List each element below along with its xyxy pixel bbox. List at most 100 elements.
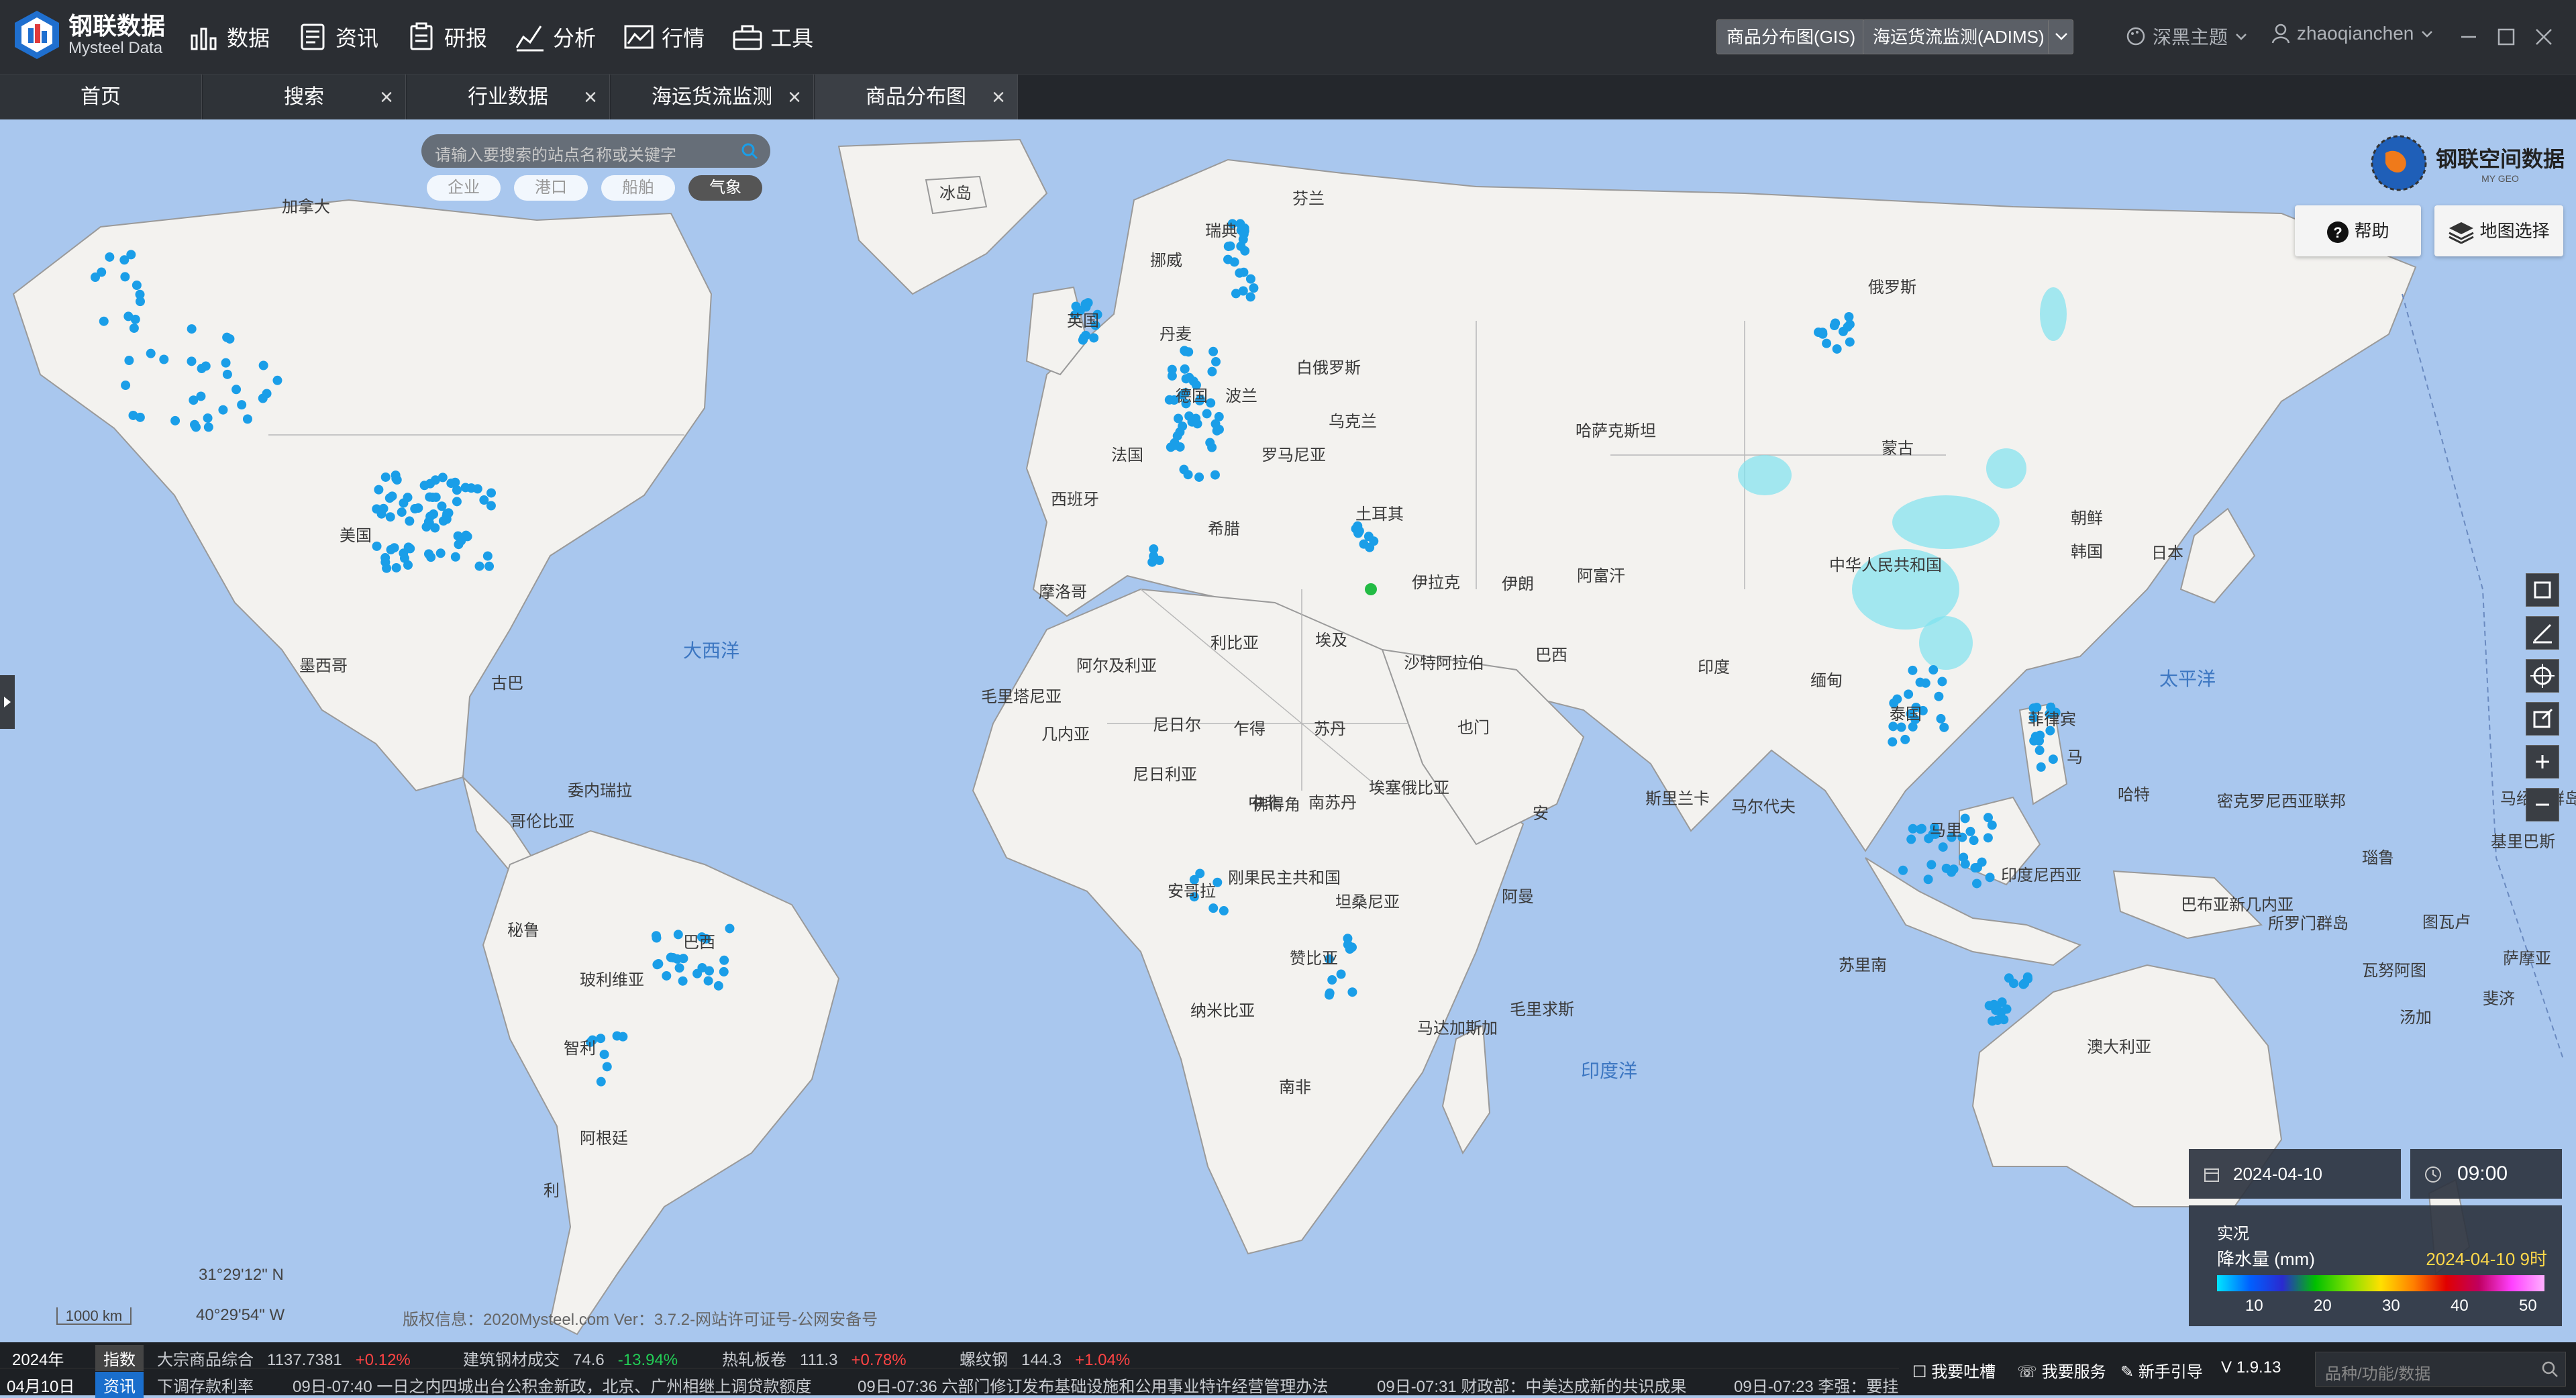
weather-station-marker[interactable] <box>1223 242 1233 252</box>
weather-station-marker[interactable] <box>2048 754 2058 764</box>
selected-station-marker[interactable] <box>1365 583 1377 595</box>
weather-station-marker[interactable] <box>135 412 145 422</box>
weather-station-marker[interactable] <box>1923 875 1933 885</box>
weather-station-marker[interactable] <box>225 334 235 344</box>
weather-station-marker[interactable] <box>1969 836 1979 846</box>
weather-station-marker[interactable] <box>399 498 409 508</box>
weather-station-marker[interactable] <box>1249 283 1259 293</box>
weather-station-marker[interactable] <box>1325 988 1335 998</box>
weather-station-marker[interactable] <box>378 503 389 513</box>
weather-station-marker[interactable] <box>372 541 382 551</box>
weather-station-marker[interactable] <box>1908 665 1918 675</box>
date-picker[interactable]: 2024-04-10 <box>2189 1149 2401 1199</box>
time-picker[interactable]: 09:00 <box>2410 1149 2562 1199</box>
weather-station-marker[interactable] <box>1972 879 1982 889</box>
weather-station-marker[interactable] <box>272 375 282 385</box>
app-logo[interactable]: 钢联数据 Mysteel Data <box>13 9 165 60</box>
more-dropdown-button[interactable] <box>2048 19 2073 54</box>
weather-station-marker[interactable] <box>435 548 446 558</box>
weather-station-marker[interactable] <box>1214 424 1224 434</box>
weather-station-marker[interactable] <box>719 955 729 965</box>
weather-station-marker[interactable] <box>1210 470 1220 480</box>
weather-station-marker[interactable] <box>479 495 489 505</box>
side-panel-toggle[interactable] <box>0 675 15 729</box>
weather-station-marker[interactable] <box>124 356 134 366</box>
weather-station-marker[interactable] <box>450 552 460 562</box>
weather-station-marker[interactable] <box>1184 347 1194 357</box>
export-tool[interactable] <box>2526 702 2559 736</box>
index-item[interactable]: 大宗商品综合 1137.7381 +0.12% <box>157 1346 411 1370</box>
index-item[interactable]: 建筑钢材成交 74.6 -13.94% <box>463 1346 678 1370</box>
weather-station-marker[interactable] <box>97 267 107 277</box>
weather-station-marker[interactable] <box>105 252 115 262</box>
weather-station-marker[interactable] <box>419 481 429 491</box>
weather-station-marker[interactable] <box>1347 987 1357 997</box>
weather-station-marker[interactable] <box>221 358 231 368</box>
weather-station-marker[interactable] <box>1900 734 1910 744</box>
tab-industry-data[interactable]: 行业数据 × <box>407 74 610 120</box>
weather-station-marker[interactable] <box>382 563 392 573</box>
weather-station-marker[interactable] <box>2029 736 2039 746</box>
weather-station-marker[interactable] <box>1359 539 1369 549</box>
global-search[interactable]: 品种/功能/数据 <box>2315 1352 2566 1387</box>
theme-selector[interactable]: 深黑主题 <box>2126 23 2248 50</box>
weather-station-marker[interactable] <box>1211 356 1221 366</box>
tab-close-icon[interactable]: × <box>380 74 393 120</box>
tab-search[interactable]: 搜索 × <box>203 74 406 120</box>
tab-shipping-monitor[interactable]: 海运货流监测 × <box>611 74 814 120</box>
weather-station-marker[interactable] <box>1934 691 1944 701</box>
index-item[interactable]: 螺纹钢 144.3 +1.04% <box>960 1346 1130 1370</box>
map-search-input[interactable]: 请输入要搜索的站点名称或关键字 <box>435 142 676 165</box>
weather-station-marker[interactable] <box>612 1031 622 1041</box>
weather-station-marker[interactable] <box>1939 722 1949 732</box>
news-item[interactable]: 09日-07:31 财政部：中美达成新的共识成果 <box>1377 1373 1686 1397</box>
locate-tool[interactable] <box>2526 659 2559 693</box>
weather-station-marker[interactable] <box>596 1034 606 1044</box>
weather-station-marker[interactable] <box>1814 328 1824 338</box>
weather-station-marker[interactable] <box>1147 557 1157 567</box>
world-map[interactable]: 加拿大 冰岛 芬兰 瑞典 挪威 俄罗斯 英国 丹麦 白俄罗斯 波兰 德国 乌克兰 法国 罗马尼亚 西班牙 希腊… <box>0 119 2576 1342</box>
weather-station-marker[interactable] <box>1167 371 1177 381</box>
weather-station-marker[interactable] <box>2036 762 2046 772</box>
weather-station-marker[interactable] <box>1208 346 1219 356</box>
weather-station-marker[interactable] <box>1235 268 1245 278</box>
tab-close-icon[interactable]: × <box>992 74 1005 120</box>
weather-station-marker[interactable] <box>191 422 201 432</box>
weather-station-marker[interactable] <box>242 414 252 424</box>
weather-station-marker[interactable] <box>1988 1016 1998 1026</box>
weather-station-marker[interactable] <box>1240 246 1250 256</box>
weather-station-marker[interactable] <box>666 952 676 962</box>
weather-station-marker[interactable] <box>129 323 139 333</box>
weather-station-marker[interactable] <box>486 488 497 498</box>
menu-tools[interactable]: 工具 <box>731 19 813 55</box>
feedback-link[interactable]: ☐ 我要吐槽 <box>1912 1358 1996 1382</box>
weather-station-marker[interactable] <box>703 976 713 986</box>
weather-station-marker[interactable] <box>599 1050 609 1060</box>
weather-station-marker[interactable] <box>1343 934 1353 944</box>
weather-station-marker[interactable] <box>1920 678 1930 688</box>
weather-station-marker[interactable] <box>1972 862 1982 872</box>
weather-station-marker[interactable] <box>1183 470 1193 480</box>
weather-station-marker[interactable] <box>482 551 493 561</box>
weather-station-marker[interactable] <box>2009 979 2019 989</box>
weather-station-marker[interactable] <box>1985 872 1995 883</box>
weather-station-marker[interactable] <box>391 470 401 481</box>
zoom-out-button[interactable] <box>2526 788 2559 821</box>
weather-station-marker[interactable] <box>1832 344 1842 354</box>
search-icon[interactable] <box>2541 1360 2559 1378</box>
weather-station-marker[interactable] <box>380 472 391 482</box>
weather-station-marker[interactable] <box>397 507 407 517</box>
weather-station-marker[interactable] <box>187 356 197 366</box>
weather-station-marker[interactable] <box>258 393 268 403</box>
weather-station-marker[interactable] <box>1336 969 1346 979</box>
weather-station-marker[interactable] <box>1219 906 1229 916</box>
weather-station-marker[interactable] <box>1965 826 1975 836</box>
version-info[interactable]: V 1.9.13 <box>2221 1358 2281 1377</box>
weather-station-marker[interactable] <box>218 405 228 415</box>
search-icon[interactable] <box>741 142 758 160</box>
weather-station-marker[interactable] <box>1208 903 1219 913</box>
weather-station-marker[interactable] <box>1194 472 1204 482</box>
close-icon[interactable] <box>2534 27 2554 47</box>
weather-station-marker[interactable] <box>456 536 466 546</box>
weather-station-marker[interactable] <box>1843 322 1853 332</box>
